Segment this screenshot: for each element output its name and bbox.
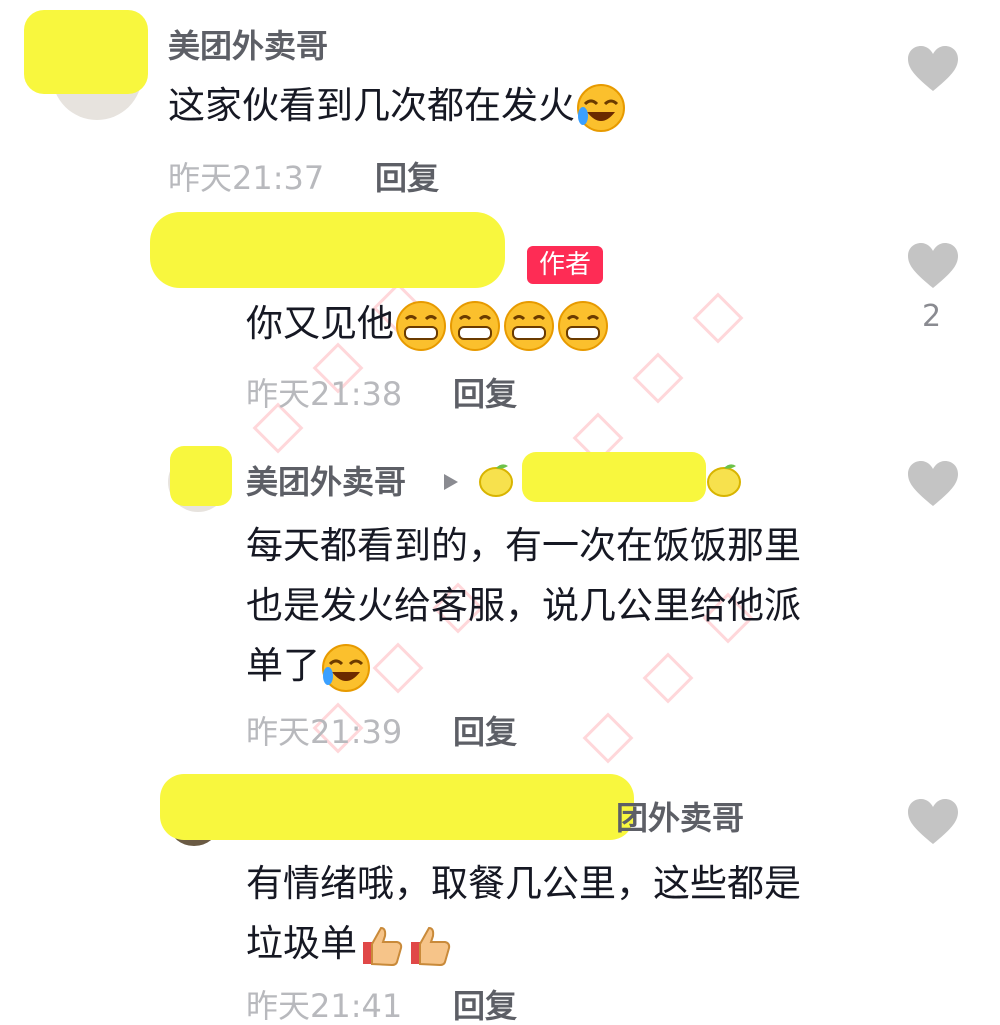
reply-button[interactable]: 回复 xyxy=(453,716,517,748)
reply-arrow-icon xyxy=(444,474,458,490)
timestamp: 昨天21:37 xyxy=(168,159,325,197)
heart-icon[interactable] xyxy=(906,798,960,846)
lemon-emoji xyxy=(707,464,741,497)
redaction-block xyxy=(24,10,148,94)
comment-text-body: 这家伙看到几次都在发火 xyxy=(168,84,575,127)
grinning-emoji xyxy=(504,300,554,351)
like-count: 2 xyxy=(922,299,942,334)
grinning-emoji xyxy=(450,300,500,351)
redaction-block xyxy=(170,446,232,506)
comment-text: 单了 xyxy=(246,638,372,694)
comment-text: 垃圾单 xyxy=(246,916,453,972)
heart-icon[interactable] xyxy=(906,242,960,290)
timestamp: 昨天21:41 xyxy=(246,987,403,1025)
comment-text-line: 有情绪哦，取餐几公里，这些都是 xyxy=(246,862,801,905)
comment-text-line: 也是发火给客服，说几公里给他派 xyxy=(246,584,801,627)
heart-icon[interactable] xyxy=(906,460,960,508)
author-name[interactable]: 团外卖哥 xyxy=(616,802,744,834)
comment-text: 你又见他 xyxy=(246,296,610,353)
timestamp: 昨天21:39 xyxy=(246,713,403,751)
comment-text-body: 你又见他 xyxy=(246,302,394,345)
comment-text: 这家伙看到几次都在发火 xyxy=(168,78,627,134)
comment-text-line: 每天都看到的，有一次在饭饭那里 xyxy=(246,524,801,567)
comment-text-body: 单了 xyxy=(246,644,320,687)
laughing-crying-emoji xyxy=(322,643,370,692)
lemon-emoji xyxy=(479,464,513,497)
laughing-crying-emoji xyxy=(577,83,625,132)
timestamp: 昨天21:38 xyxy=(246,375,403,413)
reply-button[interactable]: 回复 xyxy=(375,162,439,194)
redaction-block xyxy=(522,452,706,502)
reply-button[interactable]: 回复 xyxy=(453,378,517,410)
author-name[interactable]: 美团外卖哥 xyxy=(246,466,406,498)
heart-icon[interactable] xyxy=(906,45,960,93)
author-badge: 作者 xyxy=(527,246,604,284)
redaction-block xyxy=(160,774,634,840)
reply-button[interactable]: 回复 xyxy=(453,990,517,1022)
redaction-block xyxy=(150,212,505,288)
thumbs-up-emoji xyxy=(411,926,451,966)
comment-text-body: 垃圾单 xyxy=(246,922,357,965)
thumbs-up-emoji xyxy=(363,926,403,966)
grinning-emoji xyxy=(396,300,446,351)
author-name[interactable]: 美团外卖哥 xyxy=(168,30,328,62)
grinning-emoji xyxy=(558,300,608,351)
